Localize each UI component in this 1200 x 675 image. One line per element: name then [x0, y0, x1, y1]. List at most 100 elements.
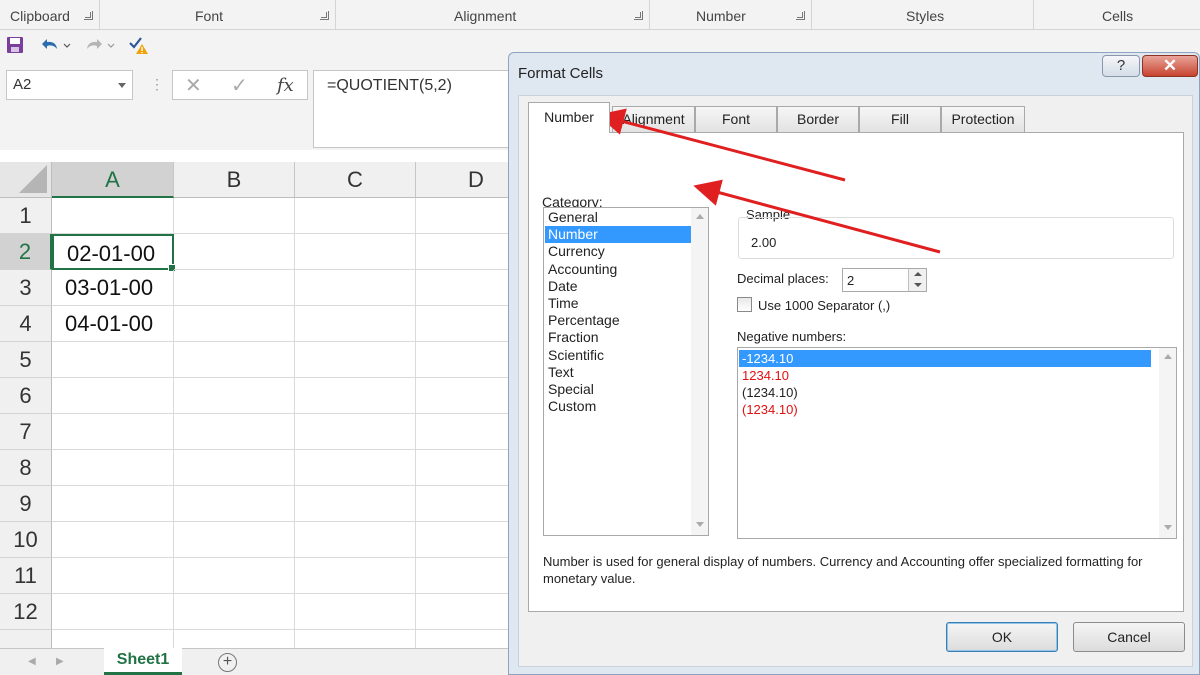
cell-d2[interactable] [416, 234, 520, 270]
negative-numbers-scrollbar[interactable] [1159, 348, 1176, 538]
row-header-4[interactable]: 4 [0, 306, 52, 342]
cell-a2[interactable]: 02-01-00 [52, 234, 176, 272]
category-item-percentage[interactable]: Percentage [545, 312, 701, 329]
scroll-up-icon[interactable] [1164, 354, 1172, 359]
tab-fill[interactable]: Fill [859, 106, 941, 132]
cell-b8[interactable] [174, 450, 295, 486]
negative-option[interactable]: -1234.10 [739, 350, 1151, 367]
tab-border[interactable]: Border [777, 106, 859, 132]
dialog-launcher-icon[interactable] [320, 11, 329, 20]
column-header-d[interactable]: D [416, 162, 520, 198]
row-header-7[interactable]: 7 [0, 414, 52, 450]
category-item-special[interactable]: Special [545, 381, 701, 398]
cell-c10[interactable] [295, 522, 416, 558]
decrement-icon[interactable] [914, 283, 922, 287]
cell-d10[interactable] [416, 522, 520, 558]
cell-a3[interactable]: 03-01-00 [52, 270, 174, 306]
column-header-a[interactable]: A [52, 162, 174, 198]
drag-handle-icon[interactable]: ⋮ [150, 76, 164, 93]
category-scrollbar[interactable] [691, 208, 708, 535]
insert-function-icon[interactable]: fx [277, 75, 294, 96]
category-item-scientific[interactable]: Scientific [545, 347, 701, 364]
row-header-9[interactable]: 9 [0, 486, 52, 522]
category-item-general[interactable]: General [545, 209, 701, 226]
cell-b10[interactable] [174, 522, 295, 558]
row-header-11[interactable]: 11 [0, 558, 52, 594]
cell-a13[interactable] [52, 630, 174, 650]
cell-c8[interactable] [295, 450, 416, 486]
cell-c3[interactable] [295, 270, 416, 306]
cell-b2[interactable] [174, 234, 295, 270]
cell-b12[interactable] [174, 594, 295, 630]
cell-d3[interactable] [416, 270, 520, 306]
cell-d6[interactable] [416, 378, 520, 414]
cell-b11[interactable] [174, 558, 295, 594]
category-item-time[interactable]: Time [545, 295, 701, 312]
enter-icon[interactable]: ✓ [231, 73, 248, 98]
help-button[interactable]: ? [1102, 55, 1140, 77]
check-warning-icon[interactable] [128, 36, 150, 56]
cell-a8[interactable] [52, 450, 174, 486]
cell-a10[interactable] [52, 522, 174, 558]
category-item-date[interactable]: Date [545, 278, 701, 295]
cell-c7[interactable] [295, 414, 416, 450]
cell-d4[interactable] [416, 306, 520, 342]
cell-b13[interactable] [174, 630, 295, 650]
cell-a6[interactable] [52, 378, 174, 414]
cell-d7[interactable] [416, 414, 520, 450]
close-button[interactable]: ✕ [1142, 55, 1198, 77]
cancel-icon[interactable]: ✕ [185, 73, 202, 98]
cell-a5[interactable] [52, 342, 174, 378]
category-item-custom[interactable]: Custom [545, 398, 701, 415]
use-1000-separator-checkbox[interactable] [737, 297, 752, 312]
cell-a11[interactable] [52, 558, 174, 594]
dialog-launcher-icon[interactable] [634, 11, 643, 20]
tab-scroll-right-icon[interactable]: ▶ [56, 656, 64, 667]
cell-c2[interactable] [295, 234, 416, 270]
cell-b9[interactable] [174, 486, 295, 522]
row-header-10[interactable]: 10 [0, 522, 52, 558]
tab-alignment[interactable]: Alignment [612, 106, 695, 132]
category-item-number[interactable]: Number [545, 226, 701, 244]
cell-b7[interactable] [174, 414, 295, 450]
tab-scroll-left-icon[interactable]: ◀ [28, 656, 36, 667]
row-header-3[interactable]: 3 [0, 270, 52, 306]
cell-c4[interactable] [295, 306, 416, 342]
row-header-6[interactable]: 6 [0, 378, 52, 414]
column-header-b[interactable]: B [174, 162, 295, 198]
negative-option[interactable]: 1234.10 [739, 367, 1151, 384]
negative-numbers-list[interactable]: -1234.10 1234.10 (1234.10) (1234.10) [737, 347, 1177, 539]
stepper-buttons[interactable] [908, 269, 926, 291]
cell-d8[interactable] [416, 450, 520, 486]
tab-font[interactable]: Font [695, 106, 777, 132]
cell-a12[interactable] [52, 594, 174, 630]
cell-d9[interactable] [416, 486, 520, 522]
add-sheet-icon[interactable]: + [218, 653, 237, 672]
select-all-button[interactable] [0, 162, 52, 198]
use-1000-separator-label[interactable]: Use 1000 Separator (,) [758, 298, 890, 313]
row-header-13[interactable] [0, 630, 52, 650]
increment-icon[interactable] [914, 272, 922, 276]
redo-icon[interactable] [82, 36, 116, 56]
row-header-2[interactable]: 2 [0, 234, 52, 270]
row-header-8[interactable]: 8 [0, 450, 52, 486]
chevron-down-icon[interactable] [118, 83, 126, 88]
cell-c1[interactable] [295, 198, 416, 234]
cell-b6[interactable] [174, 378, 295, 414]
cell-c9[interactable] [295, 486, 416, 522]
undo-icon[interactable] [38, 36, 72, 56]
cell-b4[interactable] [174, 306, 295, 342]
cell-c13[interactable] [295, 630, 416, 650]
sheet-tab-sheet1[interactable]: Sheet1 [104, 648, 182, 675]
scroll-up-icon[interactable] [696, 214, 704, 219]
cell-d11[interactable] [416, 558, 520, 594]
tab-protection[interactable]: Protection [941, 106, 1025, 132]
scroll-down-icon[interactable] [696, 522, 704, 527]
cell-a9[interactable] [52, 486, 174, 522]
dialog-launcher-icon[interactable] [84, 11, 93, 20]
row-header-1[interactable]: 1 [0, 198, 52, 234]
cell-a4[interactable]: 04-01-00 [52, 306, 174, 342]
cell-c6[interactable] [295, 378, 416, 414]
cell-c12[interactable] [295, 594, 416, 630]
cell-d12[interactable] [416, 594, 520, 630]
